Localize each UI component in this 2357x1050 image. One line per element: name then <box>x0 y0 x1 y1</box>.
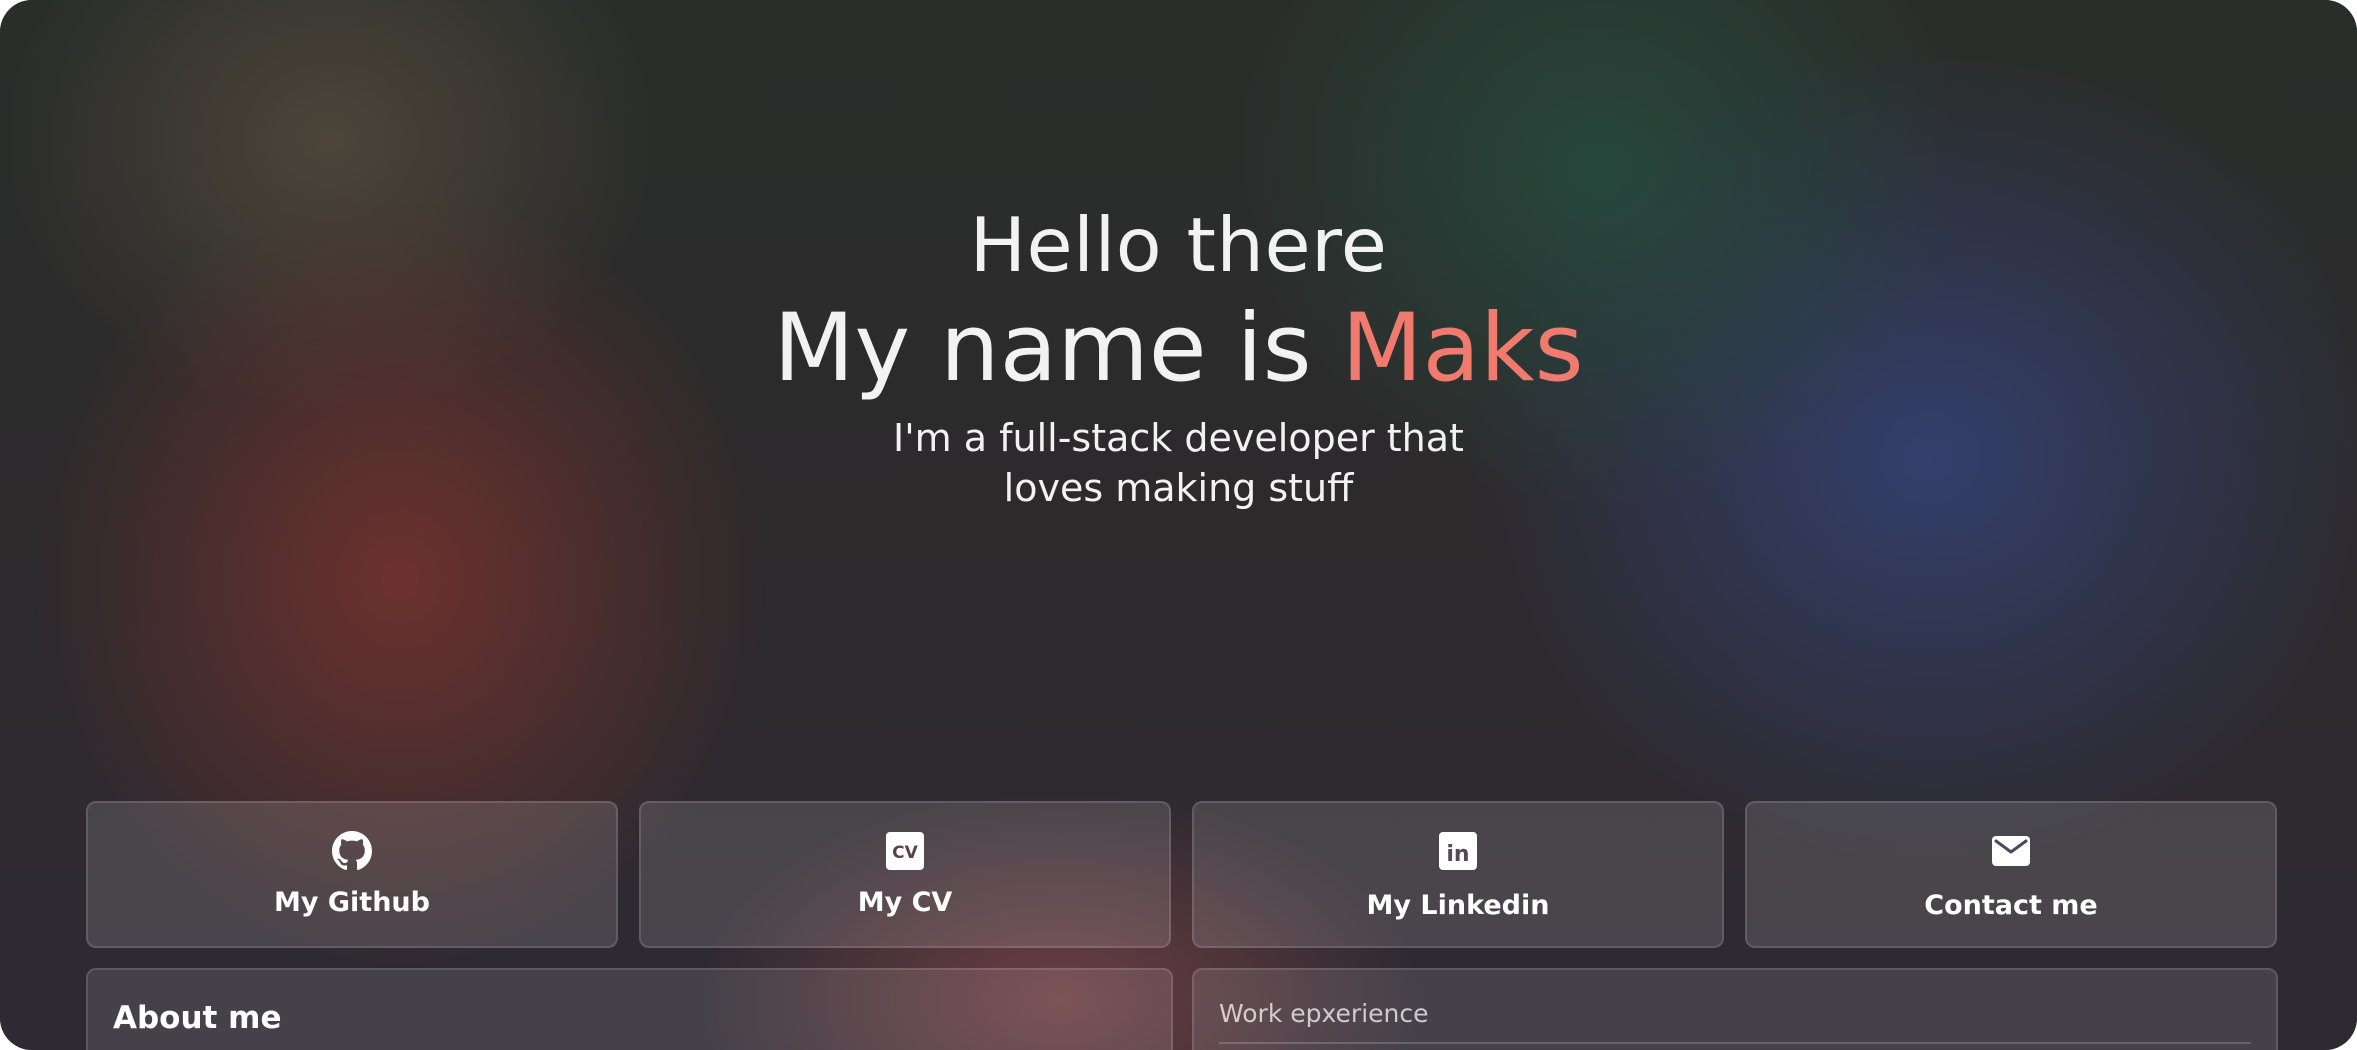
hero-subtitle: I'm a full-stack developer that loves ma… <box>859 413 1499 513</box>
github-icon <box>332 831 372 871</box>
linkedin-icon: in <box>1438 831 1478 871</box>
cv-icon-text: CV <box>892 843 918 863</box>
linkedin-icon-text: in <box>1446 842 1469 867</box>
hero-section: Hello there My name is Maks I'm a full-s… <box>0 195 2357 513</box>
contact-link-label: Contact me <box>1924 890 2098 921</box>
cv-link-card[interactable]: CV My CV <box>639 801 1171 948</box>
linkedin-link-card[interactable]: in My Linkedin <box>1192 801 1724 948</box>
hero-name-line: My name is Maks <box>0 289 2357 409</box>
contact-link-card[interactable]: Contact me <box>1745 801 2277 948</box>
cv-icon: CV <box>885 831 925 871</box>
page-frame: Hello there My name is Maks I'm a full-s… <box>0 0 2357 1050</box>
github-link-label: My Github <box>274 887 430 918</box>
work-experience-divider <box>1219 1042 2251 1044</box>
work-experience-title: Work epxerience <box>1219 999 1429 1028</box>
about-me-title: About me <box>113 1000 282 1036</box>
linkedin-link-label: My Linkedin <box>1366 890 1550 921</box>
github-link-card[interactable]: My Github <box>86 801 618 948</box>
hero-greeting: Hello there <box>969 201 1388 289</box>
hero-name: Maks <box>1341 294 1584 403</box>
hero-name-prefix: My name is <box>773 294 1342 403</box>
hero-subtitle-line-1: I'm a full-stack developer that <box>893 416 1464 460</box>
cv-link-label: My CV <box>857 887 953 918</box>
work-experience-panel: Work epxerience <box>1192 968 2278 1050</box>
about-me-panel: About me <box>86 968 1173 1050</box>
mail-icon <box>1991 831 2031 871</box>
hero-subtitle-line-2: loves making stuff <box>1003 466 1354 510</box>
